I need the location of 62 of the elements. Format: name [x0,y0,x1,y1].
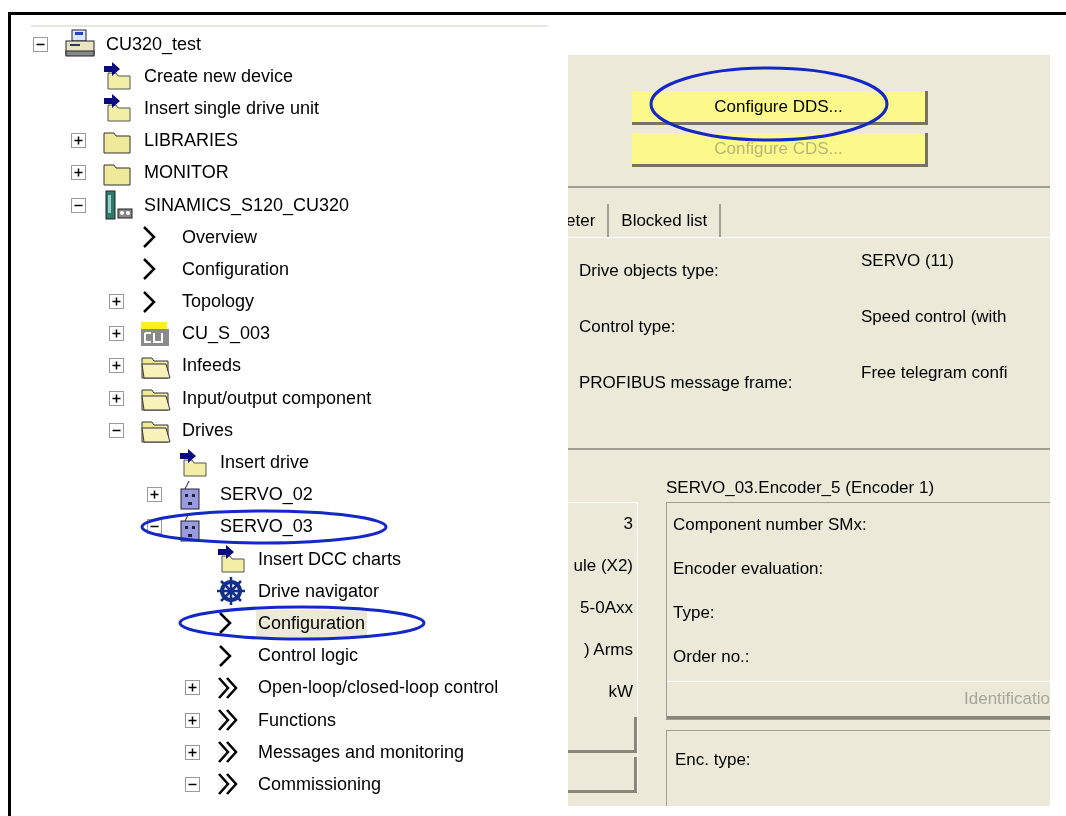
field-label: Drive objects type: [578,260,720,282]
tree-item[interactable]: Insert single drive unit [142,94,322,122]
tree-item[interactable]: Insert DCC charts [256,545,404,573]
tree-item[interactable]: CU320_test [104,30,204,58]
computer-icon [64,29,96,60]
tree-item[interactable]: Configuration [180,255,292,283]
blank-button[interactable] [568,717,637,753]
field-label: Order no.: [673,646,750,669]
field-label: Type: [673,602,715,625]
tree-item[interactable]: LIBRARIES [142,127,241,155]
configure-button[interactable]: Configure DDS... [632,91,928,125]
double-chevron-icon [216,772,240,797]
tree-item[interactable]: Overview [180,223,259,251]
chevron-icon [140,257,158,282]
field-value: ) Arms [583,639,633,662]
tree-item[interactable]: CU_S_003 [180,320,273,348]
wheel-icon [216,576,246,607]
tree-item[interactable]: Insert drive [218,449,312,477]
field-value: ule (X2) [573,555,633,578]
field-value: SERVO (11) [861,250,955,272]
field-label: Component number SMx: [673,514,867,537]
tree-item[interactable]: Commissioning [256,770,384,798]
tree-item[interactable]: Functions [256,706,339,734]
chevron-icon [140,225,158,250]
double-chevron-icon [216,675,240,700]
blank-button[interactable] [568,757,637,793]
field-label: Encoder evaluation: [673,558,824,581]
double-chevron-icon [216,708,240,733]
folder-arrow-icon [216,544,246,575]
tree-item[interactable]: SERVO_02 [218,481,315,509]
tree-item[interactable]: Topology [180,288,257,316]
tree-item[interactable]: Input/output component [180,384,374,412]
tree-item[interactable]: Configuration [256,609,368,637]
field-label: Enc. type: [675,750,751,769]
tree-item[interactable]: Drive navigator [256,577,382,605]
folder-arrow-icon [102,93,132,124]
tree-item[interactable]: Open-loop/closed-loop control [256,674,501,702]
field-value: Free telegram confi [861,362,1009,384]
tree-item[interactable]: MONITOR [142,159,231,187]
field-value: 3 [623,513,633,536]
chevron-icon [216,611,234,636]
folder-arrow-icon [178,447,208,478]
tree-item[interactable]: Infeeds [180,352,244,380]
field-value: kW [608,681,633,704]
tree-item[interactable]: Create new device [142,62,296,90]
motor-icon [178,479,202,510]
field-value: 5-0Axx [580,597,633,620]
double-chevron-icon [216,740,240,765]
tree-item[interactable]: Messages and monitoring [256,738,467,766]
device-icon [102,189,134,222]
field-value: Speed control (with [861,306,1008,328]
field-label: PROFIBUS message frame: [578,372,794,394]
chevron-icon [216,643,234,668]
tab[interactable]: Blocked list [609,204,722,237]
field-label: Control type: [578,316,677,338]
chip-icon [140,320,170,347]
group-title: SERVO_03.Encoder_5 (Encoder 1) [666,476,935,499]
folder-arrow-icon [102,61,132,92]
chevron-icon [140,289,158,314]
tree-item[interactable]: Control logic [256,642,361,670]
tree-item[interactable]: SINAMICS_S120_CU320 [142,191,352,219]
tree-item[interactable]: Drives [180,416,235,444]
